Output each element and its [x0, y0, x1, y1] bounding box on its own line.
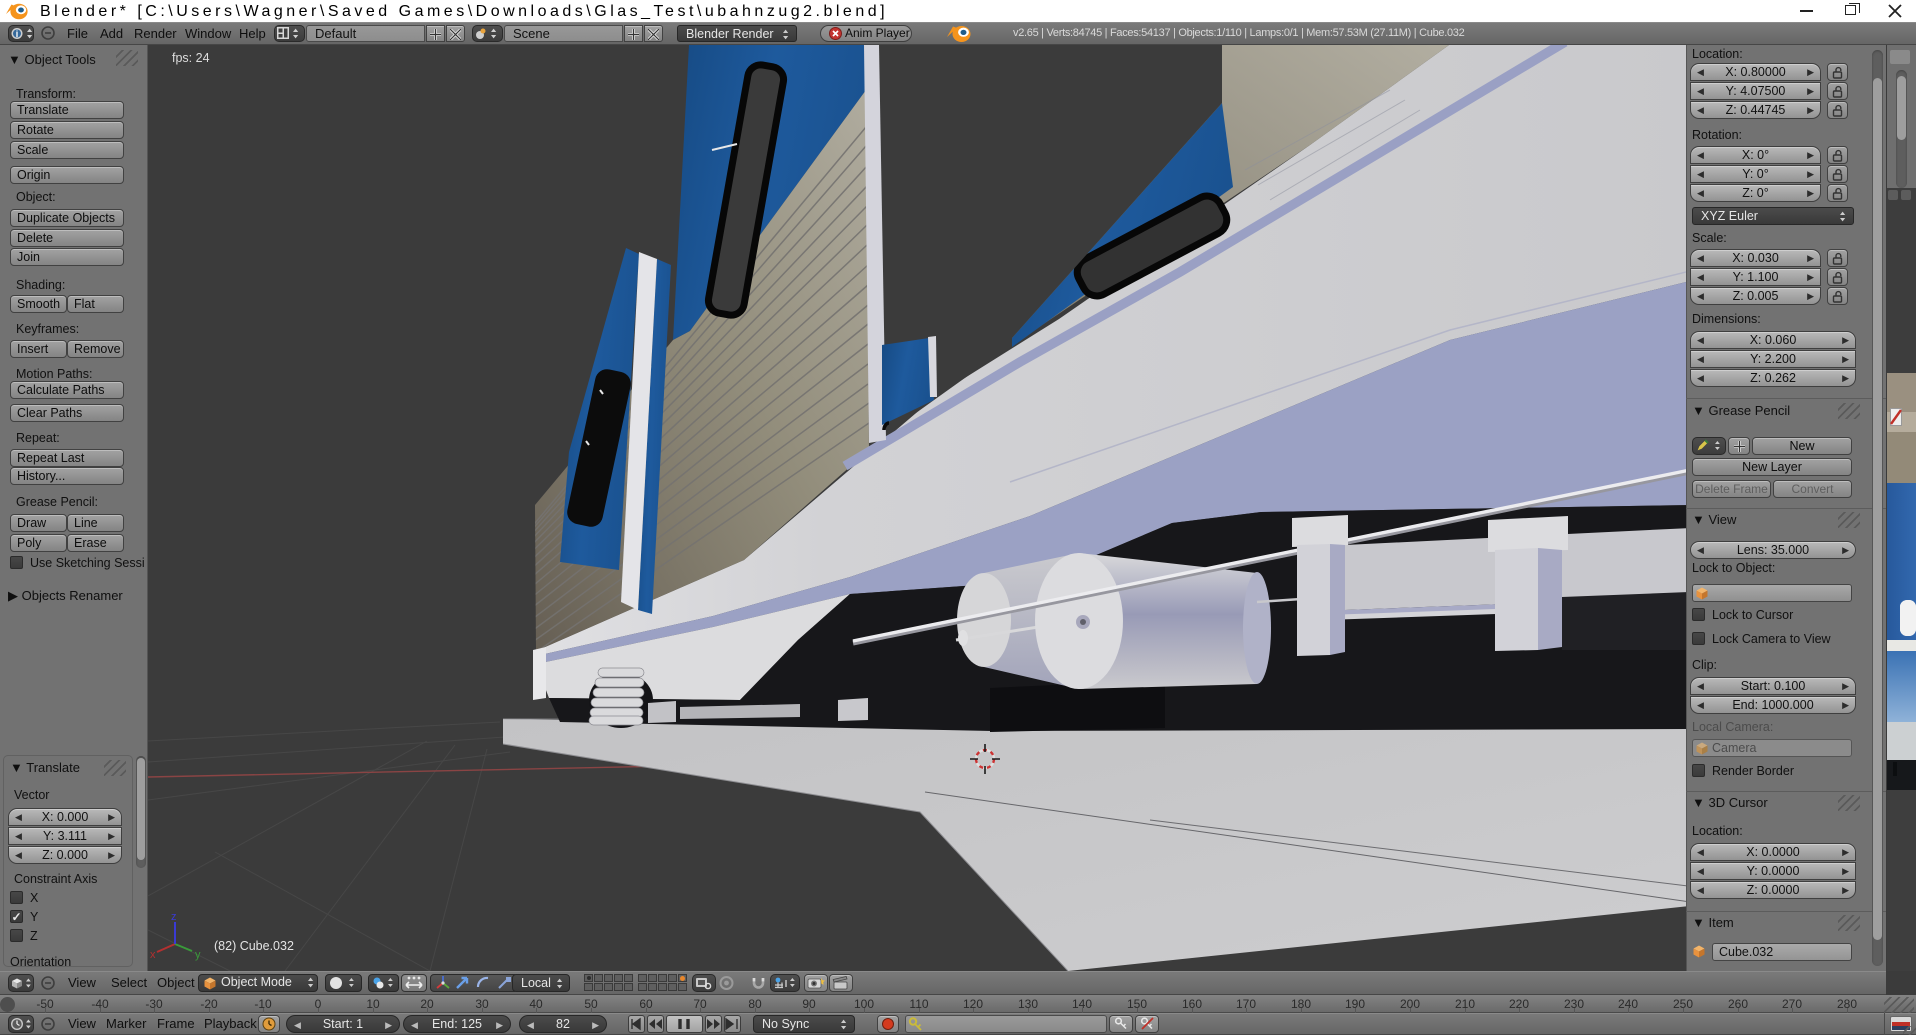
- svg-text:(82) Cube.032: (82) Cube.032: [214, 939, 294, 953]
- svg-text:i: i: [16, 29, 19, 39]
- svg-text:x: x: [150, 949, 156, 961]
- svg-text:y: y: [195, 949, 201, 961]
- svg-text:z: z: [171, 911, 177, 923]
- svg-text:fps: 24: fps: 24: [172, 51, 210, 65]
